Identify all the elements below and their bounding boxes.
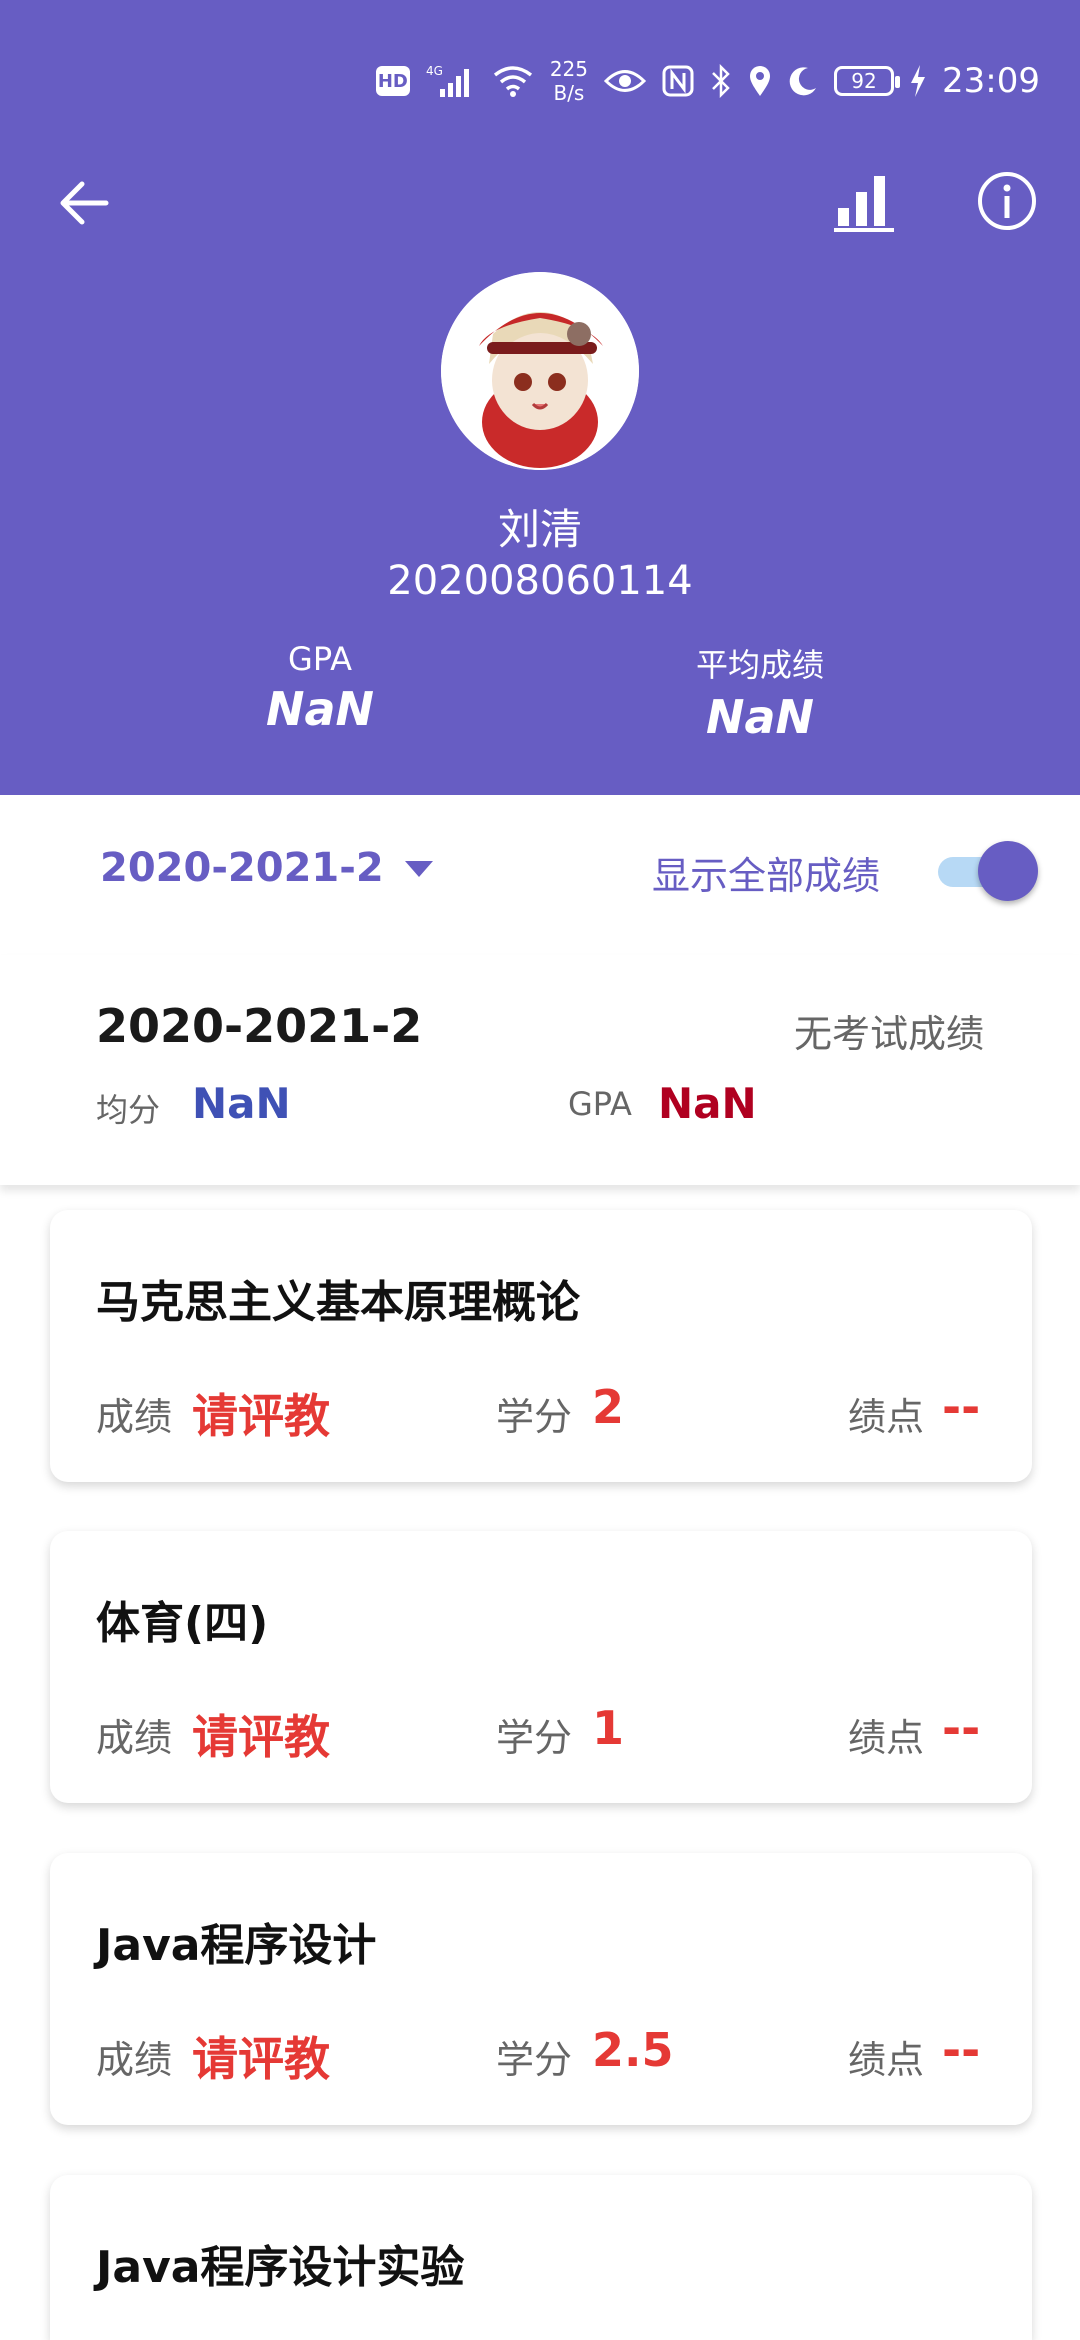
score-label: 成绩	[96, 2038, 173, 2082]
nfc-icon	[662, 65, 694, 97]
grade-point-label: 绩点	[848, 1395, 925, 1439]
credit-value: 1	[592, 1701, 625, 1755]
course-name: Java程序设计实验	[96, 2242, 465, 2293]
score-value: 请评教	[192, 2032, 330, 2086]
average-score-label: 平均成绩	[695, 646, 824, 684]
do-not-disturb-moon-icon	[788, 66, 818, 96]
back-arrow-icon[interactable]	[56, 175, 112, 231]
location-icon	[748, 65, 772, 97]
battery-icon: 92	[834, 66, 901, 96]
cellular-signal-icon: 4G	[426, 63, 476, 99]
gpa-stat: GPA NaN	[170, 640, 470, 736]
course-card[interactable]: Java程序设计实验	[50, 2175, 1032, 2340]
credit-value: 2.5	[592, 2023, 674, 2077]
course-name: Java程序设计	[96, 1920, 377, 1971]
average-score-value: NaN	[705, 690, 815, 744]
student-id: 202008060114	[387, 558, 693, 604]
semester-dropdown[interactable]: 2020-2021-2	[100, 845, 384, 891]
network-speed-unit: B/s	[553, 81, 585, 105]
info-icon[interactable]	[976, 170, 1038, 232]
bluetooth-icon	[710, 64, 732, 98]
gpa-label: GPA	[288, 640, 352, 678]
bar-chart-icon[interactable]	[834, 172, 894, 232]
credit-label: 学分	[496, 1716, 573, 1760]
course-card[interactable]: Java程序设计 成绩 请评教 学分 2.5 绩点 --	[50, 1853, 1032, 2125]
score-value: 请评教	[192, 1710, 330, 1764]
course-details: 成绩 请评教 学分 2 绩点 --	[96, 1378, 996, 1443]
gpa-value: NaN	[265, 682, 375, 736]
network-type-label: 4G	[426, 64, 443, 78]
course-card[interactable]: 体育(四) 成绩 请评教 学分 1 绩点 --	[50, 1531, 1032, 1803]
network-speed-value: 225	[549, 57, 589, 81]
eye-icon	[604, 66, 647, 96]
semester-summary: 2020-2021-2 无考试成绩 均分 NaN GPA NaN	[0, 955, 1080, 1185]
grade-point-label: 绩点	[848, 1716, 925, 1760]
grade-point-label: 绩点	[848, 2038, 925, 2082]
course-name: 体育(四)	[96, 1598, 269, 1649]
summary-gpa-label: GPA	[568, 1085, 632, 1123]
clock: 23:09	[942, 61, 1040, 101]
course-card[interactable]: 马克思主义基本原理概论 成绩 请评教 学分 2 绩点 --	[50, 1210, 1032, 1482]
summary-average-label: 均分	[96, 1091, 161, 1129]
credit-label: 学分	[496, 2038, 573, 2082]
course-name: 马克思主义基本原理概论	[96, 1277, 580, 1328]
hd-icon: HD	[375, 66, 410, 96]
wifi-icon	[492, 63, 534, 99]
credit-value: 2	[592, 1380, 625, 1434]
summary-status: 无考试成绩	[793, 1012, 984, 1056]
toggle-knob	[978, 841, 1038, 901]
score-label: 成绩	[96, 1716, 173, 1760]
grade-point-value: --	[942, 1380, 981, 1434]
network-speed: 225 B/s	[550, 57, 588, 105]
show-all-grades-label: 显示全部成绩	[652, 854, 881, 898]
student-name: 刘清	[497, 505, 582, 554]
profile-header: HD 4G 225 B/s 92 23:09 刘清 202008060114 G…	[0, 0, 1080, 795]
summary-average-value: NaN	[192, 1079, 291, 1128]
charging-bolt-icon	[910, 65, 926, 97]
filter-bar: 2020-2021-2 显示全部成绩	[0, 795, 1080, 955]
status-bar: HD 4G 225 B/s 92 23:09	[375, 56, 1040, 106]
grade-point-value: --	[942, 1701, 981, 1755]
average-score-stat: 平均成绩 NaN	[610, 640, 910, 744]
credit-label: 学分	[496, 1395, 573, 1439]
score-label: 成绩	[96, 1395, 173, 1439]
score-value: 请评教	[192, 1389, 330, 1443]
summary-gpa-value: NaN	[658, 1079, 757, 1128]
summary-semester-title: 2020-2021-2	[96, 999, 423, 1053]
course-details: 成绩 请评教 学分 1 绩点 --	[96, 1699, 996, 1764]
avatar[interactable]	[441, 272, 639, 470]
show-all-grades-toggle[interactable]	[938, 839, 1038, 903]
dropdown-arrow-icon[interactable]	[403, 857, 435, 879]
course-details: 成绩 请评教 学分 2.5 绩点 --	[96, 2021, 996, 2086]
grade-point-value: --	[942, 2023, 981, 2077]
